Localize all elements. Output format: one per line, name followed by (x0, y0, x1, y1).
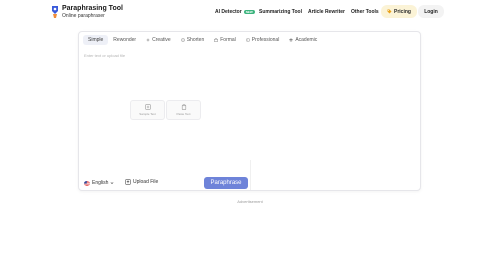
tab-label: Professional (251, 37, 280, 43)
paraphrase-editor-card: Simple Rewonder Creative Shorten Formal … (78, 31, 421, 191)
graduation-cap-icon (289, 38, 294, 42)
nav-ai-detector[interactable]: AI Detector NEW (215, 9, 255, 15)
sparkle-icon (146, 38, 151, 42)
tab-simple[interactable]: Simple (83, 35, 109, 45)
nav-ai-detector-label: AI Detector (215, 9, 242, 15)
sample-text-icon (144, 104, 151, 110)
tab-professional[interactable]: Professional (241, 35, 285, 45)
upload-file-label: Upload File (133, 179, 159, 185)
brand-logo-icon[interactable] (50, 5, 60, 19)
tab-label: Formal (220, 37, 236, 43)
upload-file-button[interactable]: Upload File (125, 179, 158, 185)
chevron-down-icon (110, 182, 114, 185)
language-selector[interactable]: English (84, 180, 114, 186)
text-input-placeholder[interactable]: Enter text or upload file (84, 53, 125, 58)
advertisement-label: Advertisement (237, 199, 263, 204)
language-label: English (92, 180, 109, 186)
tab-formal[interactable]: Formal (209, 35, 241, 45)
brand-subtitle: Online paraphraser (62, 13, 105, 19)
mode-tabs: Simple Rewonder Creative Shorten Formal … (83, 34, 322, 46)
tab-rewonder[interactable]: Rewonder (108, 35, 141, 45)
tab-label: Academic (295, 37, 318, 43)
tab-label: Simple (88, 37, 104, 43)
tag-icon (387, 9, 392, 14)
tab-label: Creative (152, 37, 171, 43)
new-badge: NEW (243, 9, 255, 14)
tab-shorten[interactable]: Shorten (176, 35, 210, 45)
compress-icon (180, 38, 185, 42)
tab-label: Rewonder (113, 37, 137, 43)
login-button[interactable]: Login (418, 5, 444, 18)
paste-text-button[interactable]: Paste Text (166, 100, 201, 120)
nav-other-tools[interactable]: Other Tools (351, 9, 379, 15)
tab-label: Shorten (186, 37, 205, 43)
top-header: Paraphrasing Tool Online paraphraser AI … (0, 0, 500, 24)
briefcase-icon (214, 38, 219, 42)
nav-article-rewriter[interactable]: Article Rewriter (308, 9, 345, 15)
sample-text-label: Sample Text (139, 112, 156, 116)
paraphrase-button[interactable]: Paraphrase (204, 177, 248, 189)
brand-title[interactable]: Paraphrasing Tool (62, 5, 123, 12)
upload-icon (125, 179, 131, 185)
nav-summarizing-tool[interactable]: Summarizing Tool (259, 9, 302, 15)
pricing-label: Pricing (394, 8, 411, 15)
id-card-icon (245, 38, 250, 42)
paste-text-label: Paste Text (176, 112, 191, 116)
us-flag-icon (84, 180, 90, 186)
tab-creative[interactable]: Creative (141, 35, 176, 45)
sample-text-button[interactable]: Sample Text (130, 100, 165, 120)
tab-academic[interactable]: Academic (284, 35, 322, 45)
clipboard-icon (181, 104, 186, 110)
divider (250, 160, 251, 190)
pricing-button[interactable]: Pricing (381, 5, 417, 18)
